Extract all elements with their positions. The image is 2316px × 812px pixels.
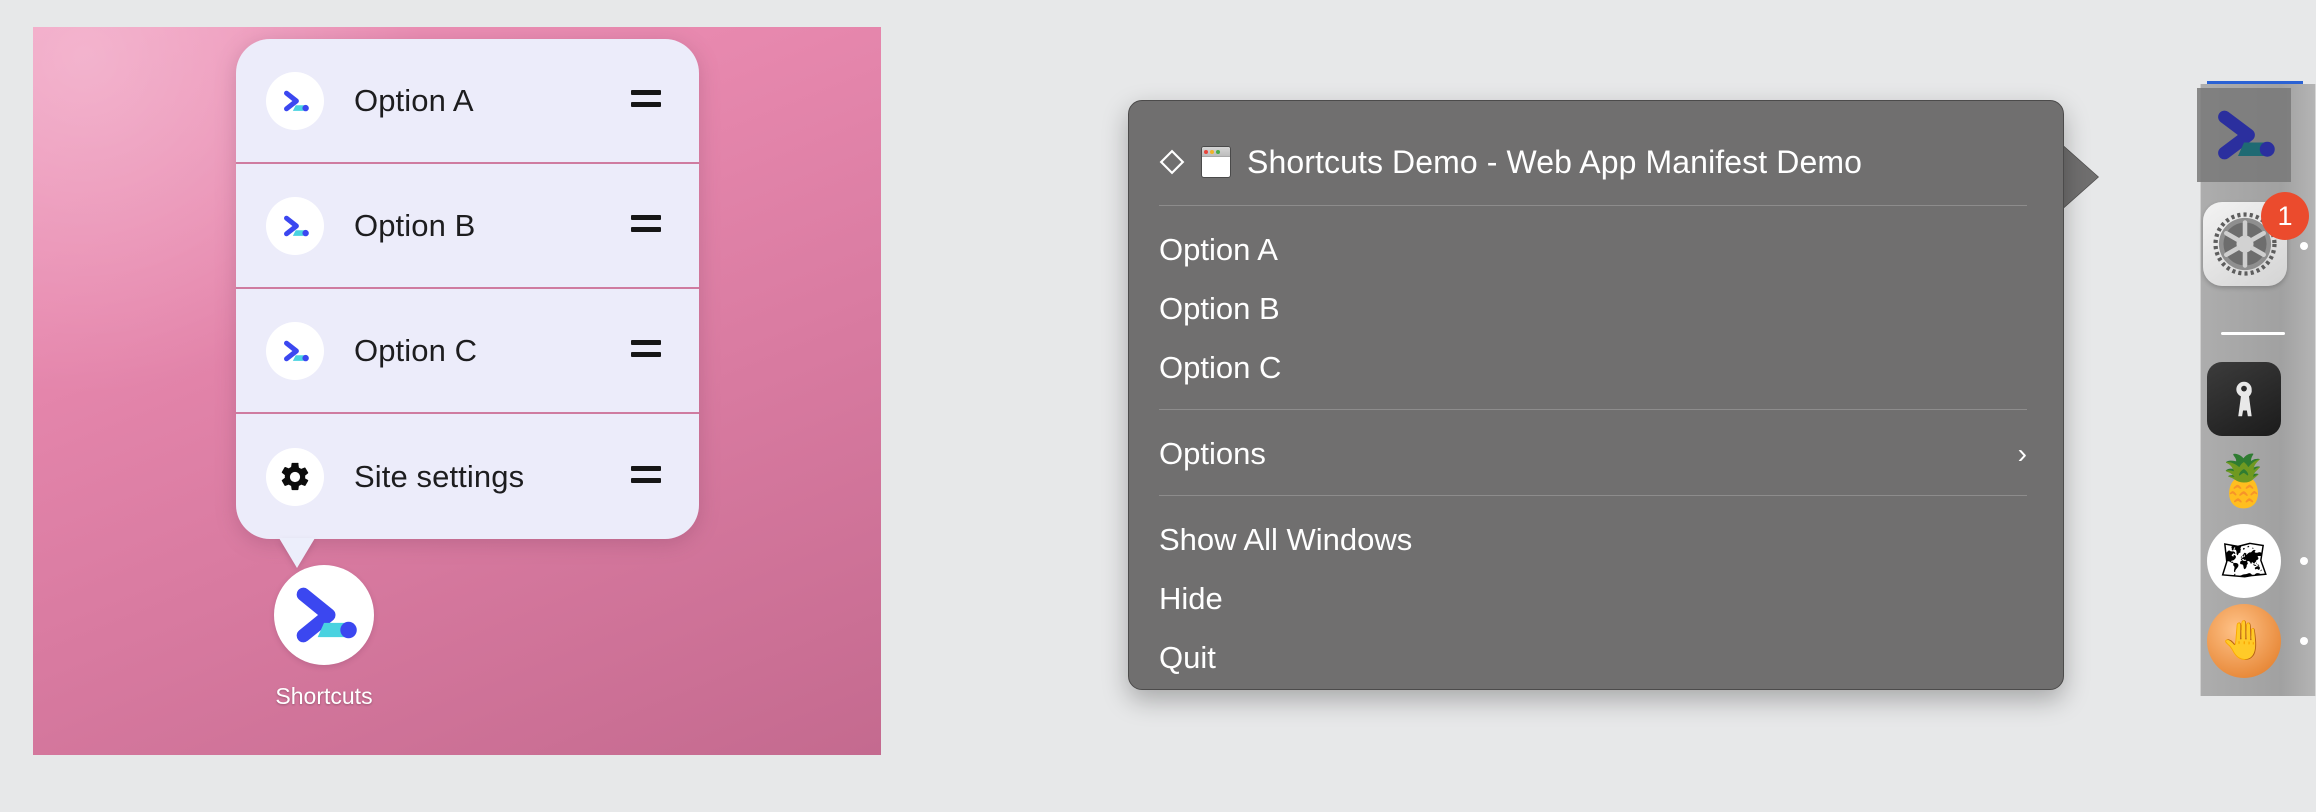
shortcut-menu-item-label: Site settings <box>354 459 524 495</box>
context-menu-item-option-c[interactable]: Option C <box>1129 338 2063 397</box>
desktop-app-label: Shortcuts <box>259 683 389 710</box>
keys-icon <box>2221 376 2267 422</box>
context-menu-item-hide[interactable]: Hide <box>1129 569 2063 628</box>
menu-separator <box>1159 409 2027 410</box>
context-menu-item-label: Hide <box>1159 581 1223 617</box>
drag-handle-icon[interactable] <box>631 466 661 488</box>
context-menu-item-label: Quit <box>1159 640 1216 676</box>
context-menu-item-label: Show All Windows <box>1159 522 1412 558</box>
dock-running-indicator-maps <box>2300 557 2308 565</box>
shortcut-menu-item-option-c[interactable]: Option C <box>236 289 699 414</box>
desktop-app-shortcut[interactable]: Shortcuts <box>259 565 389 710</box>
dock-item-fruit[interactable]: 🍍 <box>2207 444 2281 518</box>
context-menu-group-shortcuts: Option A Option B Option C <box>1129 220 2063 397</box>
context-menu-item-label: Option C <box>1159 350 1281 386</box>
window-titlebar <box>1202 147 1230 157</box>
context-menu-item-option-a[interactable]: Option A <box>1129 220 2063 279</box>
context-menu-item-quit[interactable]: Quit <box>1129 628 2063 687</box>
dock-item-keychain-access[interactable] <box>2207 362 2281 436</box>
drag-handle-icon[interactable] <box>631 340 661 362</box>
context-menu-group-options: Options › <box>1129 424 2063 483</box>
shortcut-menu-item-label: Option C <box>354 333 477 369</box>
shortcuts-app-icon <box>274 565 374 665</box>
dock-item-maps[interactable]: 🗺 <box>2207 524 2281 598</box>
context-menu-group-window: Show All Windows Hide Quit <box>1129 510 2063 687</box>
shortcuts-chevron-icon <box>266 72 324 130</box>
context-menu-item-show-all-windows[interactable]: Show All Windows <box>1129 510 2063 569</box>
shortcut-menu-popup: Option A Option B Opti <box>236 39 699 539</box>
dock-context-menu: Shortcuts Demo - Web App Manifest Demo O… <box>1128 100 2064 690</box>
pwa-wallpaper-panel: Option A Option B Opti <box>33 27 881 755</box>
drag-handle-icon[interactable] <box>631 215 661 237</box>
menu-separator <box>1159 205 2027 206</box>
context-menu-tail <box>2062 145 2098 209</box>
shortcut-menu-item-site-settings[interactable]: Site settings <box>236 414 699 539</box>
context-menu-item-label: Option B <box>1159 291 1280 327</box>
context-menu-item-label: Option A <box>1159 232 1278 268</box>
gear-icon <box>266 448 324 506</box>
context-menu-item-option-b[interactable]: Option B <box>1129 279 2063 338</box>
shortcuts-chevron-icon <box>266 197 324 255</box>
shortcut-menu-item-option-a[interactable]: Option A <box>236 39 699 164</box>
dock-top-accent <box>2207 81 2303 84</box>
chevron-right-icon: › <box>2018 440 2027 468</box>
dock-divider <box>2221 332 2285 335</box>
shortcut-menu-item-label: Option B <box>354 208 475 244</box>
shortcuts-app-icon <box>2208 99 2280 171</box>
zoom-dot <box>1216 150 1220 154</box>
dock-item-contacts[interactable]: 🤚 <box>2207 604 2281 678</box>
shortcut-menu-item-option-b[interactable]: Option B <box>236 164 699 289</box>
popup-tail <box>279 538 315 568</box>
dock-item-shortcuts[interactable] <box>2197 88 2291 182</box>
drag-handle-icon[interactable] <box>631 90 661 112</box>
dock: 1 🍍 🗺 🤚 <box>2200 84 2316 696</box>
dock-item-system-settings[interactable]: 1 <box>2203 202 2291 290</box>
maps-icon: 🗺 <box>2220 539 2268 583</box>
context-menu-item-options[interactable]: Options › <box>1129 424 2063 483</box>
menu-separator <box>1159 495 2027 496</box>
hand-icon: 🤚 <box>2220 619 2267 663</box>
close-dot <box>1204 150 1208 154</box>
dock-badge-count: 1 <box>2261 192 2309 240</box>
context-menu-header: Shortcuts Demo - Web App Manifest Demo <box>1129 101 2063 193</box>
dock-running-indicator-contacts <box>2300 637 2308 645</box>
dock-context-menu-wrapper: Shortcuts Demo - Web App Manifest Demo O… <box>1128 100 2088 690</box>
context-menu-item-label: Options <box>1159 436 1266 472</box>
pineapple-icon: 🍍 <box>2213 452 2275 511</box>
dock-running-indicator-system-settings <box>2300 242 2308 250</box>
context-menu-title: Shortcuts Demo - Web App Manifest Demo <box>1247 144 1862 181</box>
shortcuts-chevron-icon <box>266 322 324 380</box>
minimize-dot <box>1210 150 1214 154</box>
shortcut-menu-item-label: Option A <box>354 83 474 119</box>
window-icon <box>1201 146 1231 178</box>
diamond-outline-icon <box>1159 149 1185 175</box>
